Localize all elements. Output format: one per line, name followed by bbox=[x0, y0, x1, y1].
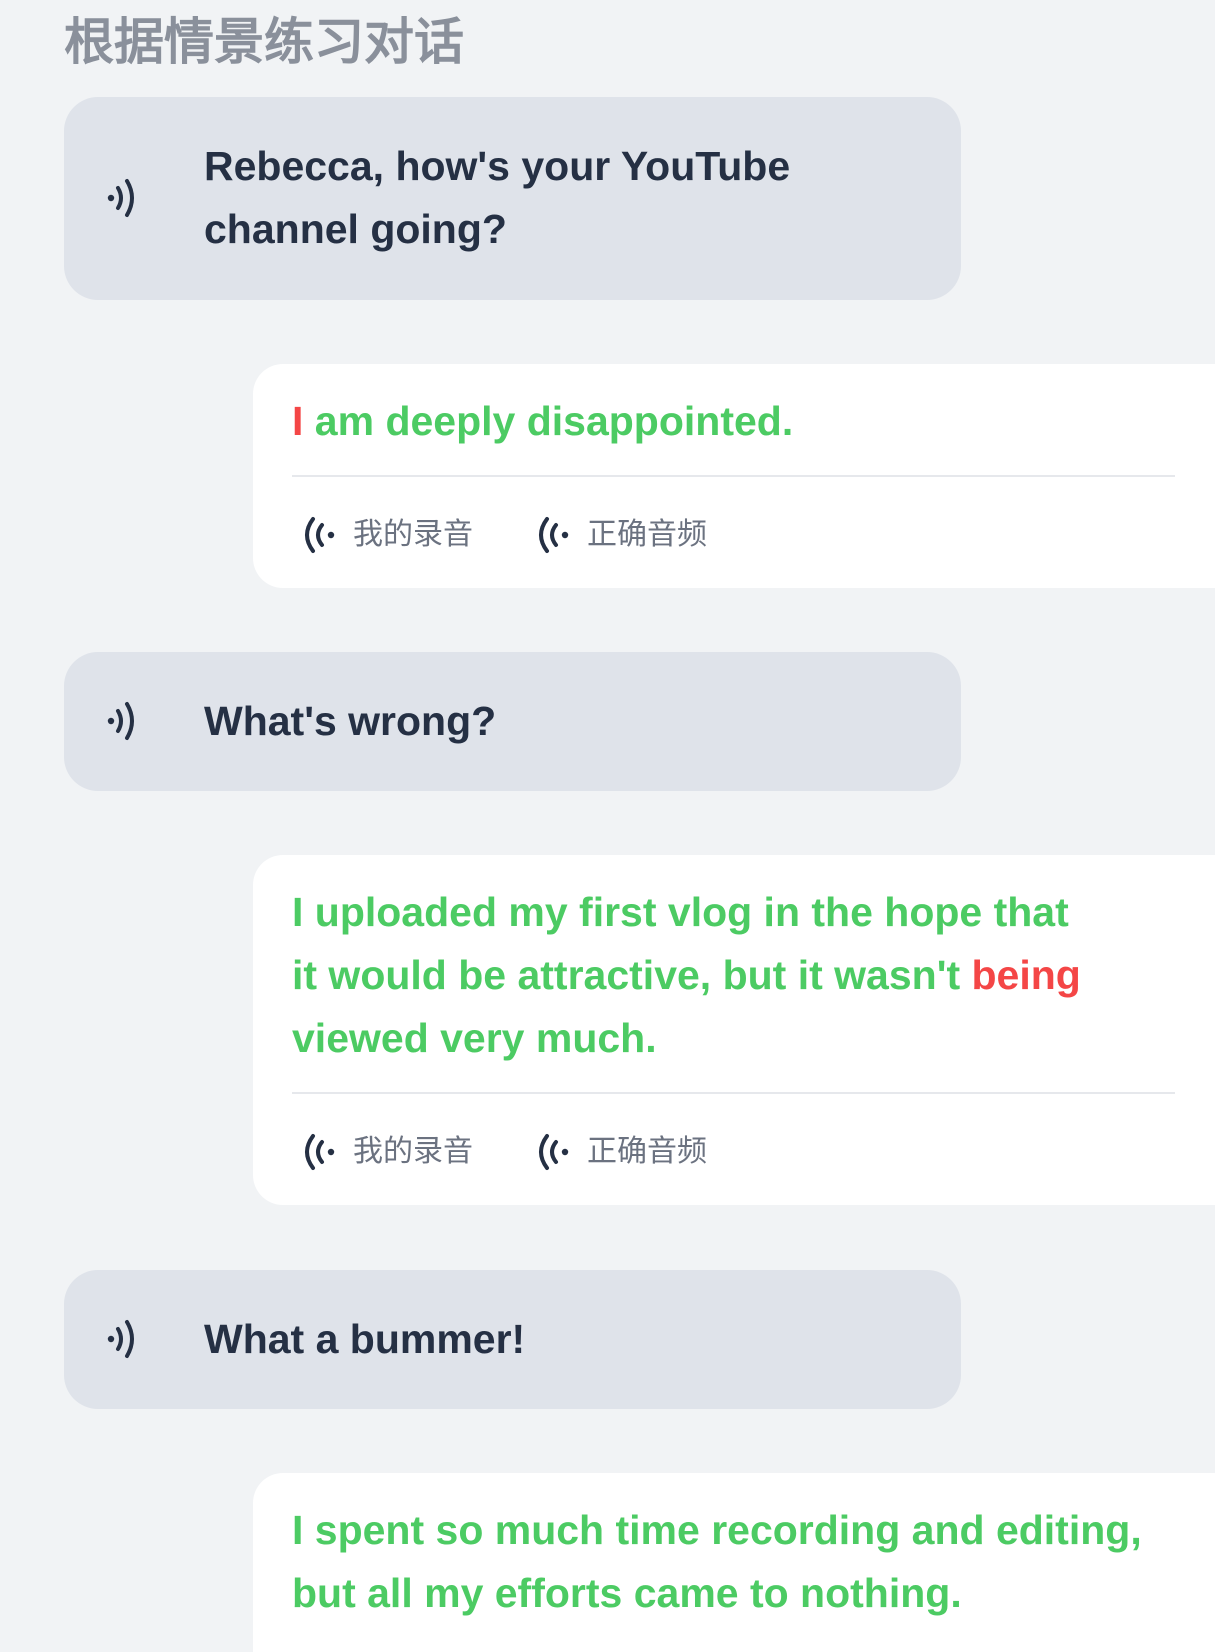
correct-audio-label: 正确音频 bbox=[587, 1134, 707, 1169]
correct-audio-label: 正确音频 bbox=[587, 517, 707, 552]
answer-bubble: I am deeply disappointed. 我的录音 正确音频 bbox=[253, 364, 1215, 588]
answer-text: I spent so much time recording and editi… bbox=[292, 1499, 1195, 1625]
prompt-bubble: Rebecca, how's your YouTube channel goin… bbox=[64, 97, 961, 300]
prompt-bubble: What's wrong? bbox=[64, 652, 961, 791]
prompt-line: Rebecca, how's your YouTube bbox=[204, 143, 791, 189]
prompt-line: What's wrong? bbox=[204, 698, 497, 744]
answer-line: I spent so much time recording and editi… bbox=[292, 1499, 1195, 1562]
divider bbox=[292, 475, 1175, 477]
prompt-bubble: What a bummer! bbox=[64, 1270, 961, 1409]
correct-audio-button[interactable]: 正确音频 bbox=[533, 507, 707, 563]
answer-line: viewed very much. bbox=[292, 1007, 1175, 1070]
broadcast-wave-icon bbox=[533, 512, 579, 558]
speaker-wave-icon[interactable] bbox=[102, 698, 148, 744]
prompt-line: channel going? bbox=[204, 206, 507, 252]
answer-text: I uploaded my first vlog in the hope tha… bbox=[292, 881, 1175, 1070]
answer-line: it would be attractive, but it wasn't be… bbox=[292, 944, 1175, 1007]
speaker-wave-icon[interactable] bbox=[102, 175, 148, 221]
my-recording-label: 我的录音 bbox=[353, 517, 473, 552]
answer-error-word: being bbox=[971, 952, 1081, 998]
prompt-text: What a bummer! bbox=[204, 1308, 921, 1371]
answer-correct-segment: I uploaded my first vlog in the hope tha… bbox=[292, 889, 1069, 935]
answer-line: I am deeply disappointed. bbox=[292, 390, 1175, 453]
answer-text: I am deeply disappointed. bbox=[292, 390, 1175, 453]
my-recording-button[interactable]: 我的录音 bbox=[299, 1124, 473, 1180]
answer-line: I uploaded my first vlog in the hope tha… bbox=[292, 881, 1175, 944]
answer-bubble: I uploaded my first vlog in the hope tha… bbox=[253, 855, 1215, 1205]
answer-correct-segment: viewed very much. bbox=[292, 1015, 657, 1061]
prompt-text: Rebecca, how's your YouTube channel goin… bbox=[204, 135, 921, 261]
answer-correct-segment: I spent so much time recording and editi… bbox=[292, 1507, 1142, 1553]
broadcast-wave-icon bbox=[299, 1129, 345, 1175]
answer-correct-segment: am deeply disappointed. bbox=[303, 398, 794, 444]
answer-correct-segment: it would be attractive, but it wasn't bbox=[292, 952, 972, 998]
divider bbox=[292, 1092, 1175, 1094]
answer-line: but all my efforts came to nothing. bbox=[292, 1562, 1195, 1625]
answer-error-word: I bbox=[292, 398, 304, 444]
answer-correct-segment: but all my efforts came to nothing. bbox=[292, 1570, 962, 1616]
my-recording-button[interactable]: 我的录音 bbox=[299, 507, 473, 563]
page-title: 根据情景练习对话 bbox=[64, 13, 464, 71]
answer-bubble: I spent so much time recording and editi… bbox=[253, 1473, 1215, 1652]
broadcast-wave-icon bbox=[533, 1129, 579, 1175]
prompt-line: What a bummer! bbox=[204, 1316, 526, 1362]
prompt-text: What's wrong? bbox=[204, 690, 921, 753]
broadcast-wave-icon bbox=[299, 512, 345, 558]
speaker-wave-icon[interactable] bbox=[102, 1316, 148, 1362]
correct-audio-button[interactable]: 正确音频 bbox=[533, 1124, 707, 1180]
my-recording-label: 我的录音 bbox=[353, 1134, 473, 1169]
